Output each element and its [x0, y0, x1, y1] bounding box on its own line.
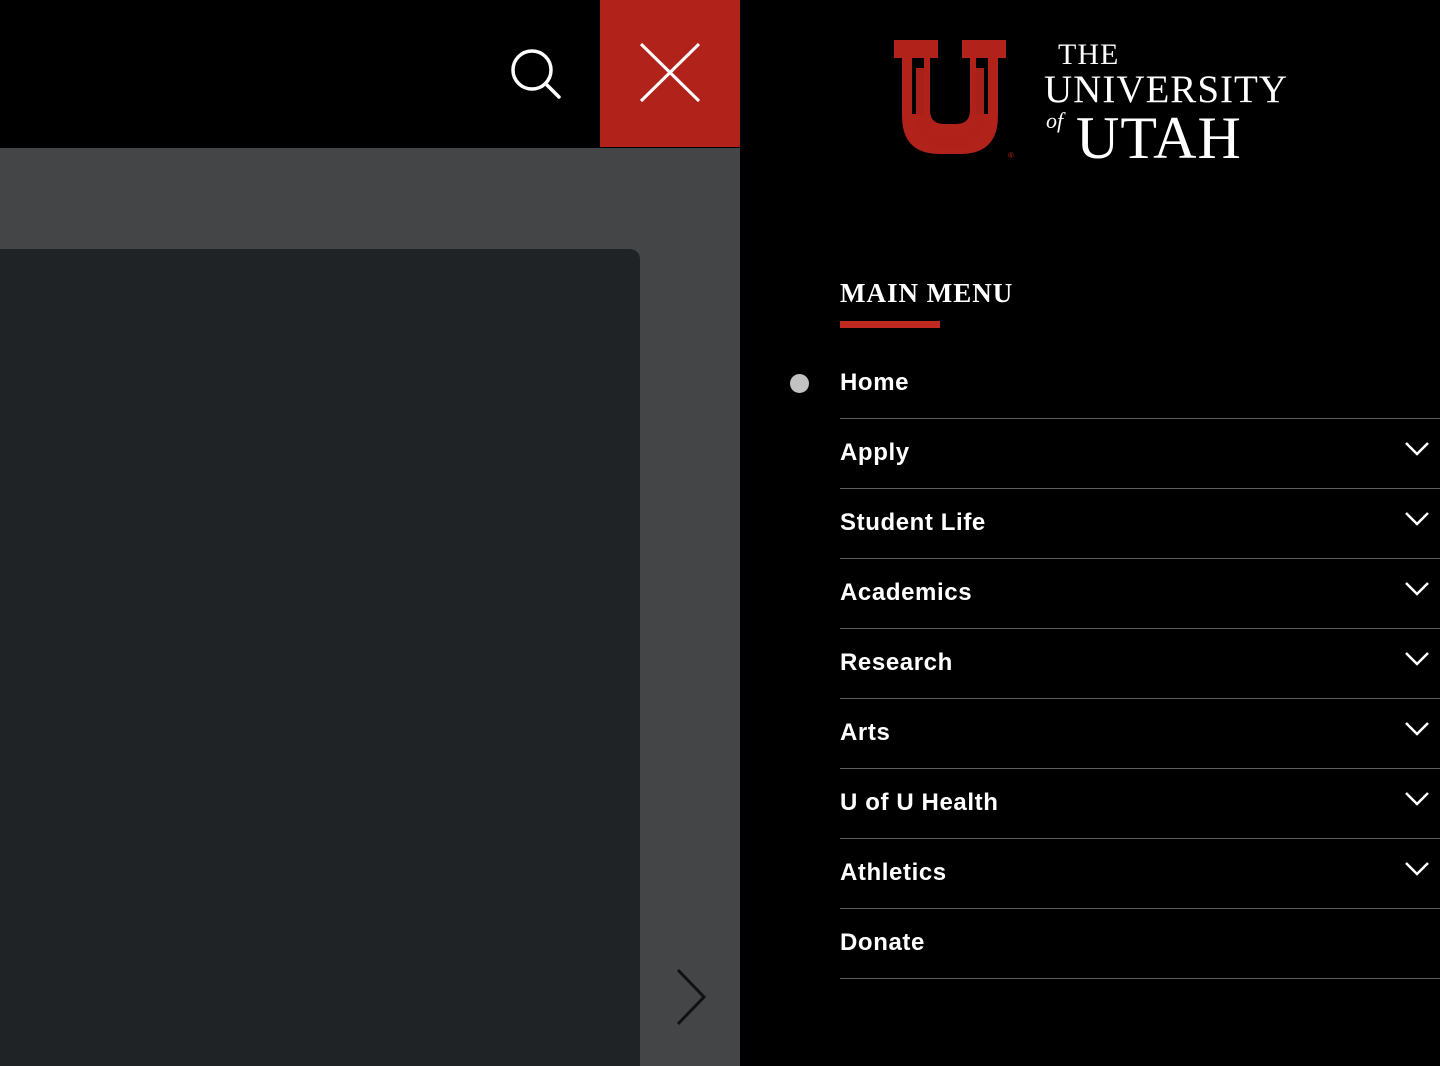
- carousel-next-button[interactable]: [668, 958, 716, 1036]
- menu-item-home[interactable]: Home: [790, 349, 1440, 419]
- search-icon: [511, 49, 561, 99]
- main-menu-panel: ® THE UNIVERSITY of UTAH MAIN MENU Home …: [740, 0, 1440, 1066]
- menu-item-label: Student Life: [840, 509, 986, 536]
- chevron-down-icon[interactable]: [1404, 791, 1430, 807]
- menu-item-research[interactable]: Research: [840, 629, 1440, 699]
- main-menu-list: Home Apply Student Life Academics Resear…: [790, 349, 1440, 979]
- chevron-down-icon[interactable]: [1404, 581, 1430, 597]
- chevron-right-icon: [676, 968, 707, 1026]
- page-content-area: [0, 148, 740, 1066]
- menu-item-apply[interactable]: Apply: [840, 419, 1440, 489]
- logo-line-utah: UTAH: [1076, 105, 1242, 171]
- logo-line-of: of: [1046, 108, 1064, 133]
- chevron-down-icon[interactable]: [1404, 511, 1430, 527]
- close-menu-button[interactable]: [600, 0, 740, 147]
- logo-line-university: UNIVERSITY: [1044, 68, 1288, 111]
- logo-line-the: THE: [1058, 38, 1120, 71]
- menu-item-donate[interactable]: Donate: [840, 909, 1440, 979]
- top-bar: [0, 0, 740, 148]
- chevron-down-icon[interactable]: [1404, 721, 1430, 737]
- menu-item-label: Donate: [840, 929, 925, 956]
- university-logo[interactable]: ® THE UNIVERSITY of UTAH: [890, 36, 1290, 171]
- menu-item-label: Arts: [840, 719, 891, 746]
- block-u-logo-icon: ®: [894, 40, 1014, 160]
- menu-item-label: Apply: [840, 439, 910, 466]
- menu-item-academics[interactable]: Academics: [840, 559, 1440, 629]
- svg-text:®: ®: [1008, 151, 1014, 160]
- close-icon: [639, 42, 701, 103]
- menu-heading: MAIN MENU: [840, 278, 1014, 308]
- menu-heading-underline: [840, 321, 940, 328]
- menu-item-student-life[interactable]: Student Life: [840, 489, 1440, 559]
- chevron-down-icon[interactable]: [1404, 441, 1430, 457]
- menu-item-label: Athletics: [840, 859, 947, 886]
- menu-item-label: U of U Health: [840, 789, 999, 816]
- chevron-down-icon[interactable]: [1404, 861, 1430, 877]
- menu-item-label: Home: [840, 369, 910, 396]
- content-card: [0, 249, 640, 1066]
- search-button[interactable]: [500, 38, 572, 110]
- chevron-down-icon[interactable]: [1404, 651, 1430, 667]
- menu-item-label: Academics: [840, 579, 973, 606]
- menu-item-u-of-u-health[interactable]: U of U Health: [840, 769, 1440, 839]
- menu-item-label: Research: [840, 649, 953, 676]
- active-indicator-dot: [790, 374, 809, 393]
- menu-item-athletics[interactable]: Athletics: [840, 839, 1440, 909]
- menu-item-arts[interactable]: Arts: [840, 699, 1440, 769]
